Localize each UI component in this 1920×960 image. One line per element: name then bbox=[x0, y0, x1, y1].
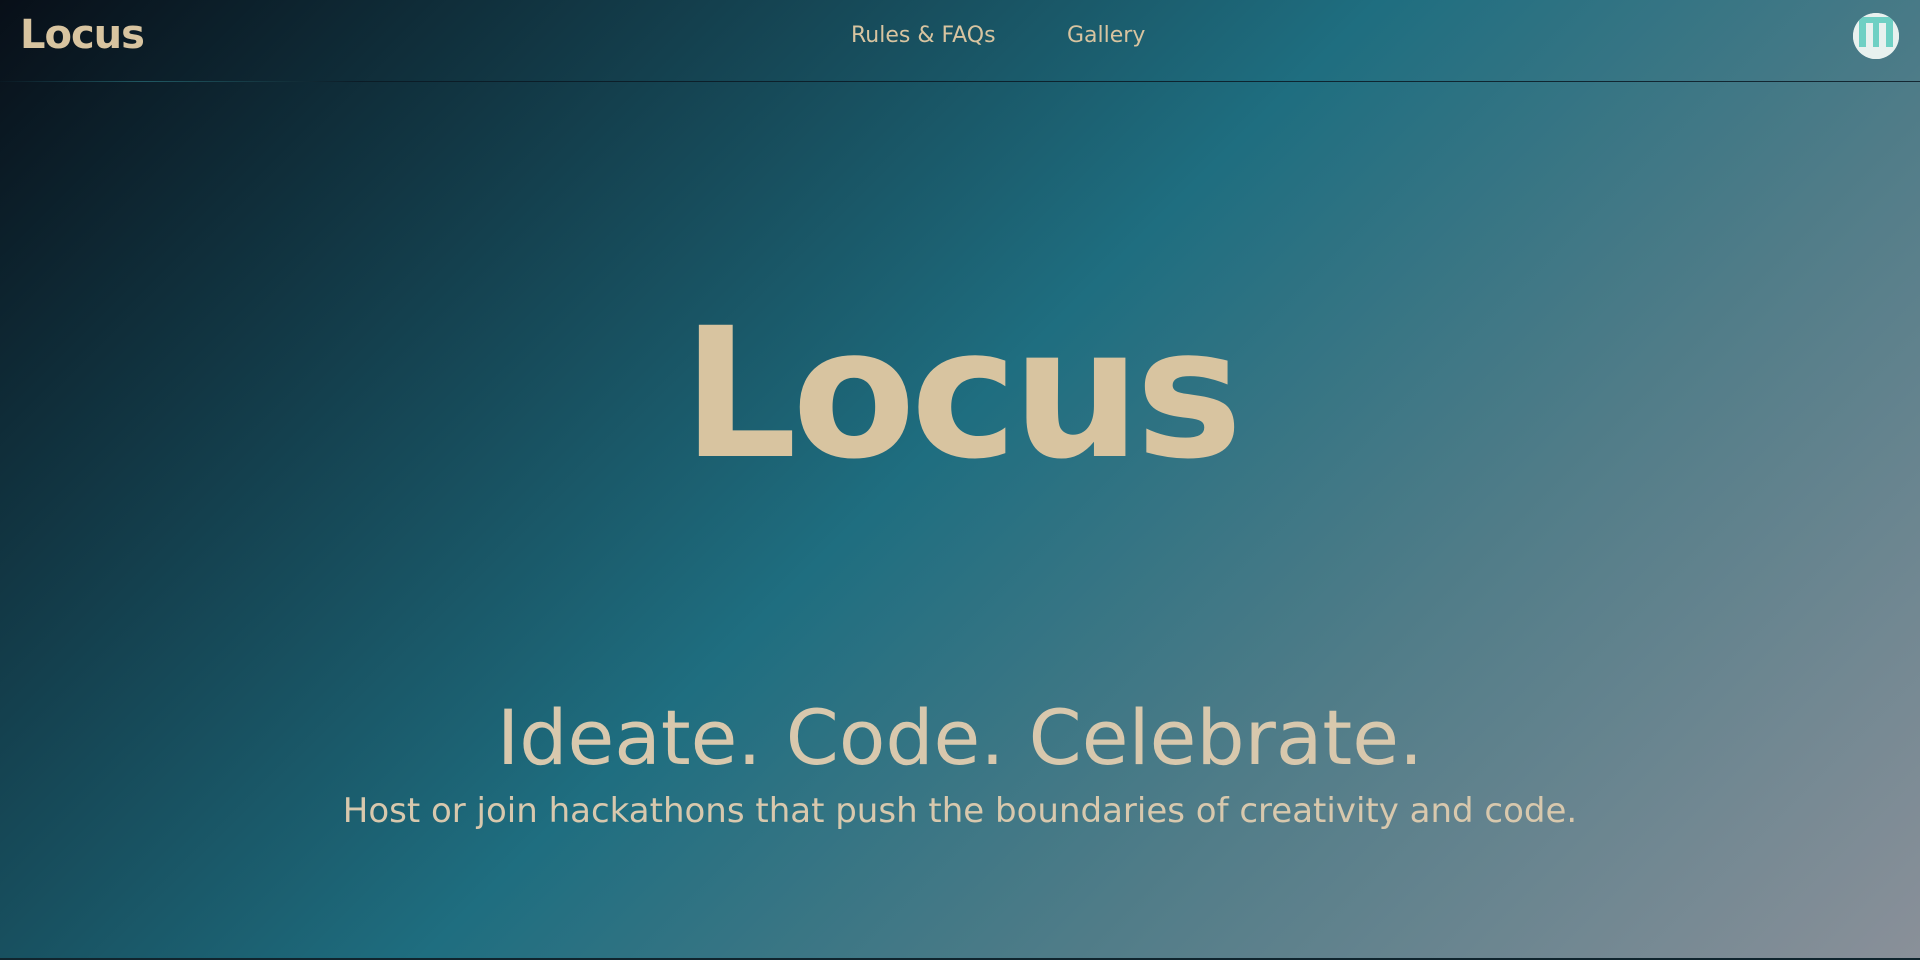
user-avatar-icon bbox=[1853, 13, 1899, 59]
top-navbar: Locus Rules & FAQs Gallery bbox=[0, 0, 1920, 82]
hero-title: Locus bbox=[682, 290, 1242, 499]
hero-tagline: Ideate. Code. Celebrate. bbox=[496, 693, 1424, 782]
brand-logo-link[interactable]: Locus bbox=[20, 12, 145, 58]
navbar-glow-line bbox=[0, 81, 360, 82]
user-avatar-button[interactable] bbox=[1853, 13, 1899, 59]
hero-subtitle: Host or join hackathons that push the bo… bbox=[342, 791, 1578, 831]
nav-link-gallery[interactable]: Gallery bbox=[1067, 23, 1145, 48]
nav-link-rules-faqs[interactable]: Rules & FAQs bbox=[851, 23, 996, 48]
